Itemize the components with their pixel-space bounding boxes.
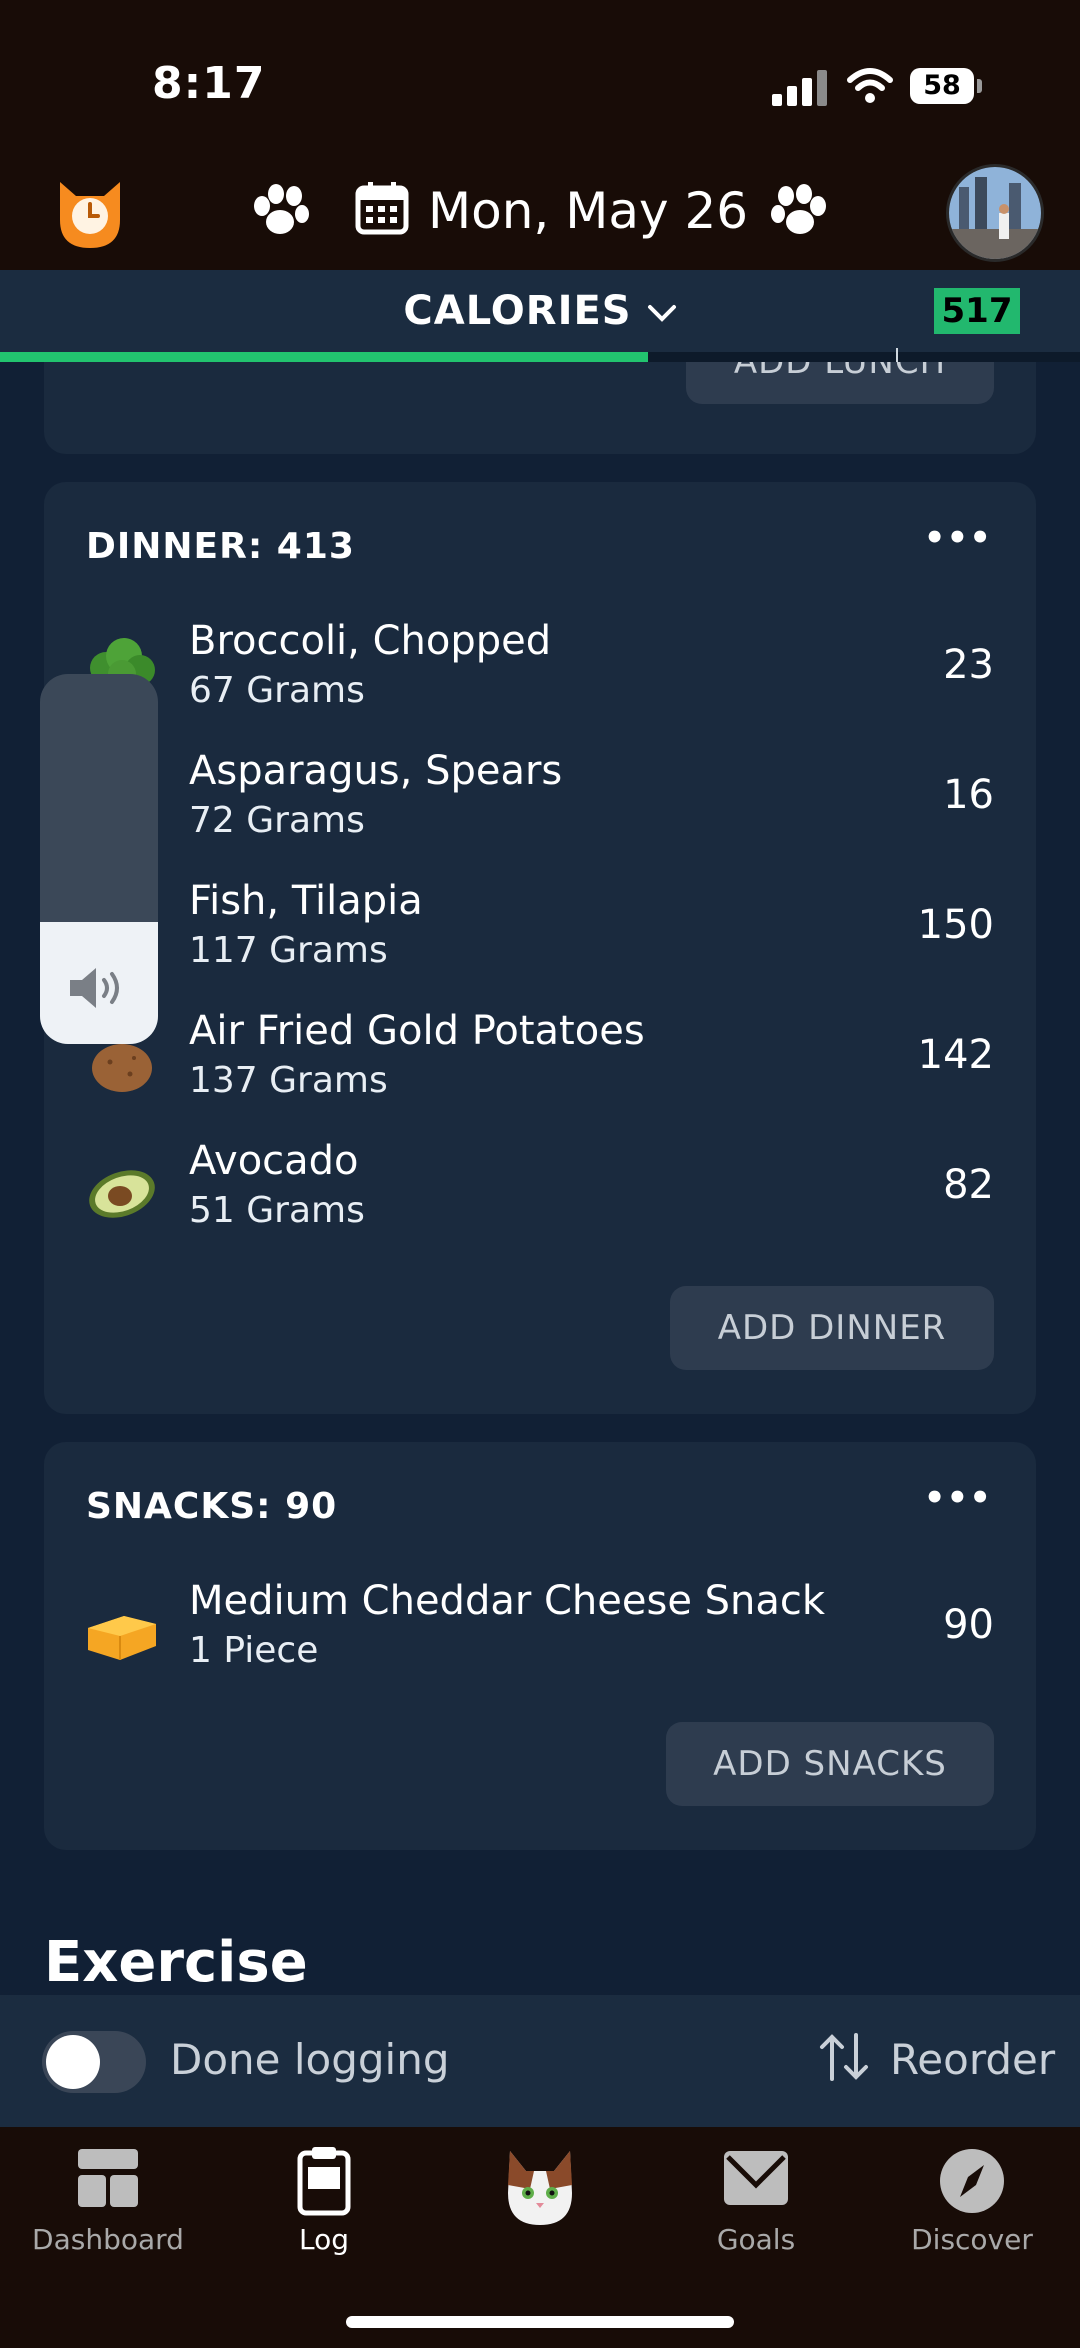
- app-logo-icon[interactable]: [54, 174, 126, 254]
- date-selector[interactable]: Mon, May 26: [428, 182, 748, 240]
- tab-dashboard[interactable]: Dashboard: [0, 2127, 216, 2287]
- lunch-card: ADD LUNCH: [44, 362, 1036, 454]
- done-logging-toggle[interactable]: [42, 2031, 146, 2093]
- bottom-tab-bar: Dashboard Log Goals Discover: [0, 2127, 1080, 2348]
- food-calories: 23: [943, 642, 994, 688]
- calories-remaining-badge: 517: [934, 288, 1020, 334]
- done-logging-label: Done logging: [170, 2035, 450, 2084]
- calendar-icon[interactable]: [354, 180, 410, 236]
- calorie-dropdown[interactable]: CALORIES: [0, 288, 1080, 334]
- food-quantity: 72 Grams: [189, 800, 365, 841]
- food-quantity: 117 Grams: [189, 930, 388, 971]
- tab-discover[interactable]: Discover: [864, 2127, 1080, 2287]
- snacks-title: SNACKS: 90: [86, 1486, 338, 1527]
- food-name: Medium Cheddar Cheese Snack: [189, 1578, 826, 1624]
- home-indicator: [346, 2316, 734, 2328]
- dinner-title: DINNER: 413: [86, 526, 355, 567]
- food-quantity: 51 Grams: [189, 1190, 365, 1231]
- wifi-icon: [847, 68, 893, 103]
- snacks-more-icon[interactable]: •••: [924, 1478, 992, 1518]
- dinner-card: DINNER: 413 ••• Broccoli, Chopped 67 Gra…: [44, 482, 1036, 1414]
- status-time: 8:17: [152, 58, 266, 109]
- food-calories: 150: [917, 902, 994, 948]
- battery-indicator: 58: [910, 68, 982, 104]
- tab-mascot[interactable]: [432, 2127, 648, 2287]
- clipboard-icon: [297, 2147, 351, 2216]
- profile-avatar[interactable]: [946, 164, 1044, 262]
- add-dinner-button[interactable]: ADD DINNER: [670, 1286, 994, 1370]
- done-logging-bar: Done logging Reorder: [0, 1995, 1080, 2127]
- cellular-signal-icon: [772, 70, 828, 106]
- calorie-progress-fill: [0, 352, 648, 362]
- dashboard-icon: [78, 2149, 138, 2207]
- tab-log[interactable]: Log: [216, 2127, 432, 2287]
- food-name: Asparagus, Spears: [189, 748, 563, 794]
- food-name: Fish, Tilapia: [189, 878, 423, 924]
- tab-goals[interactable]: Goals: [648, 2127, 864, 2287]
- avocado-icon: [89, 1170, 155, 1218]
- tab-label: Dashboard: [32, 2223, 184, 2256]
- food-row[interactable]: Air Fried Gold Potatoes 137 Grams 142: [44, 1002, 1036, 1132]
- dinner-more-icon[interactable]: •••: [924, 518, 992, 558]
- tab-label: Log: [298, 2223, 349, 2256]
- toggle-knob: [46, 2035, 100, 2089]
- tab-label: Goals: [716, 2223, 796, 2256]
- add-lunch-button[interactable]: ADD LUNCH: [686, 362, 994, 404]
- status-bar: 8:17 58: [0, 0, 1080, 160]
- food-name: Avocado: [189, 1138, 359, 1184]
- food-quantity: 1 Piece: [189, 1630, 319, 1671]
- add-snacks-button[interactable]: ADD SNACKS: [666, 1722, 994, 1806]
- food-quantity: 67 Grams: [189, 670, 365, 711]
- next-day-paw-icon[interactable]: [768, 182, 832, 242]
- top-nav: Mon, May 26: [0, 160, 1080, 270]
- reorder-icon[interactable]: [816, 2029, 872, 2085]
- food-calories: 82: [943, 1162, 994, 1208]
- food-row[interactable]: Asparagus, Spears 72 Grams 16: [44, 742, 1036, 872]
- food-quantity: 137 Grams: [189, 1060, 388, 1101]
- food-row[interactable]: Avocado 51 Grams 82: [44, 1132, 1036, 1262]
- goals-icon: [724, 2151, 788, 2205]
- food-calories: 142: [917, 1032, 994, 1078]
- tab-label: Discover: [911, 2223, 1033, 2256]
- chevron-down-icon: [647, 305, 676, 322]
- volume-overlay[interactable]: [40, 674, 158, 1044]
- food-name: Air Fried Gold Potatoes: [189, 1008, 645, 1054]
- calorie-label: CALORIES: [403, 288, 632, 334]
- cat-mascot-icon: [508, 2151, 572, 2225]
- calorie-summary-bar[interactable]: CALORIES 517: [0, 270, 1080, 364]
- snacks-card: SNACKS: 90 ••• Medium Cheddar Cheese Sna…: [44, 1442, 1036, 1850]
- food-row[interactable]: Broccoli, Chopped 67 Grams 23: [44, 612, 1036, 742]
- compass-icon: [940, 2149, 1004, 2213]
- cheese-icon: [88, 1616, 156, 1660]
- previous-day-paw-icon[interactable]: [248, 182, 312, 242]
- food-calories: 16: [943, 772, 994, 818]
- exercise-heading: Exercise: [44, 1930, 308, 1995]
- food-calories: 90: [943, 1602, 994, 1648]
- food-row[interactable]: Fish, Tilapia 117 Grams 150: [44, 872, 1036, 1002]
- reorder-button[interactable]: Reorder: [890, 2035, 1055, 2084]
- speaker-icon: [70, 968, 119, 1008]
- food-row[interactable]: Medium Cheddar Cheese Snack 1 Piece 90: [44, 1572, 1036, 1702]
- food-name: Broccoli, Chopped: [189, 618, 552, 664]
